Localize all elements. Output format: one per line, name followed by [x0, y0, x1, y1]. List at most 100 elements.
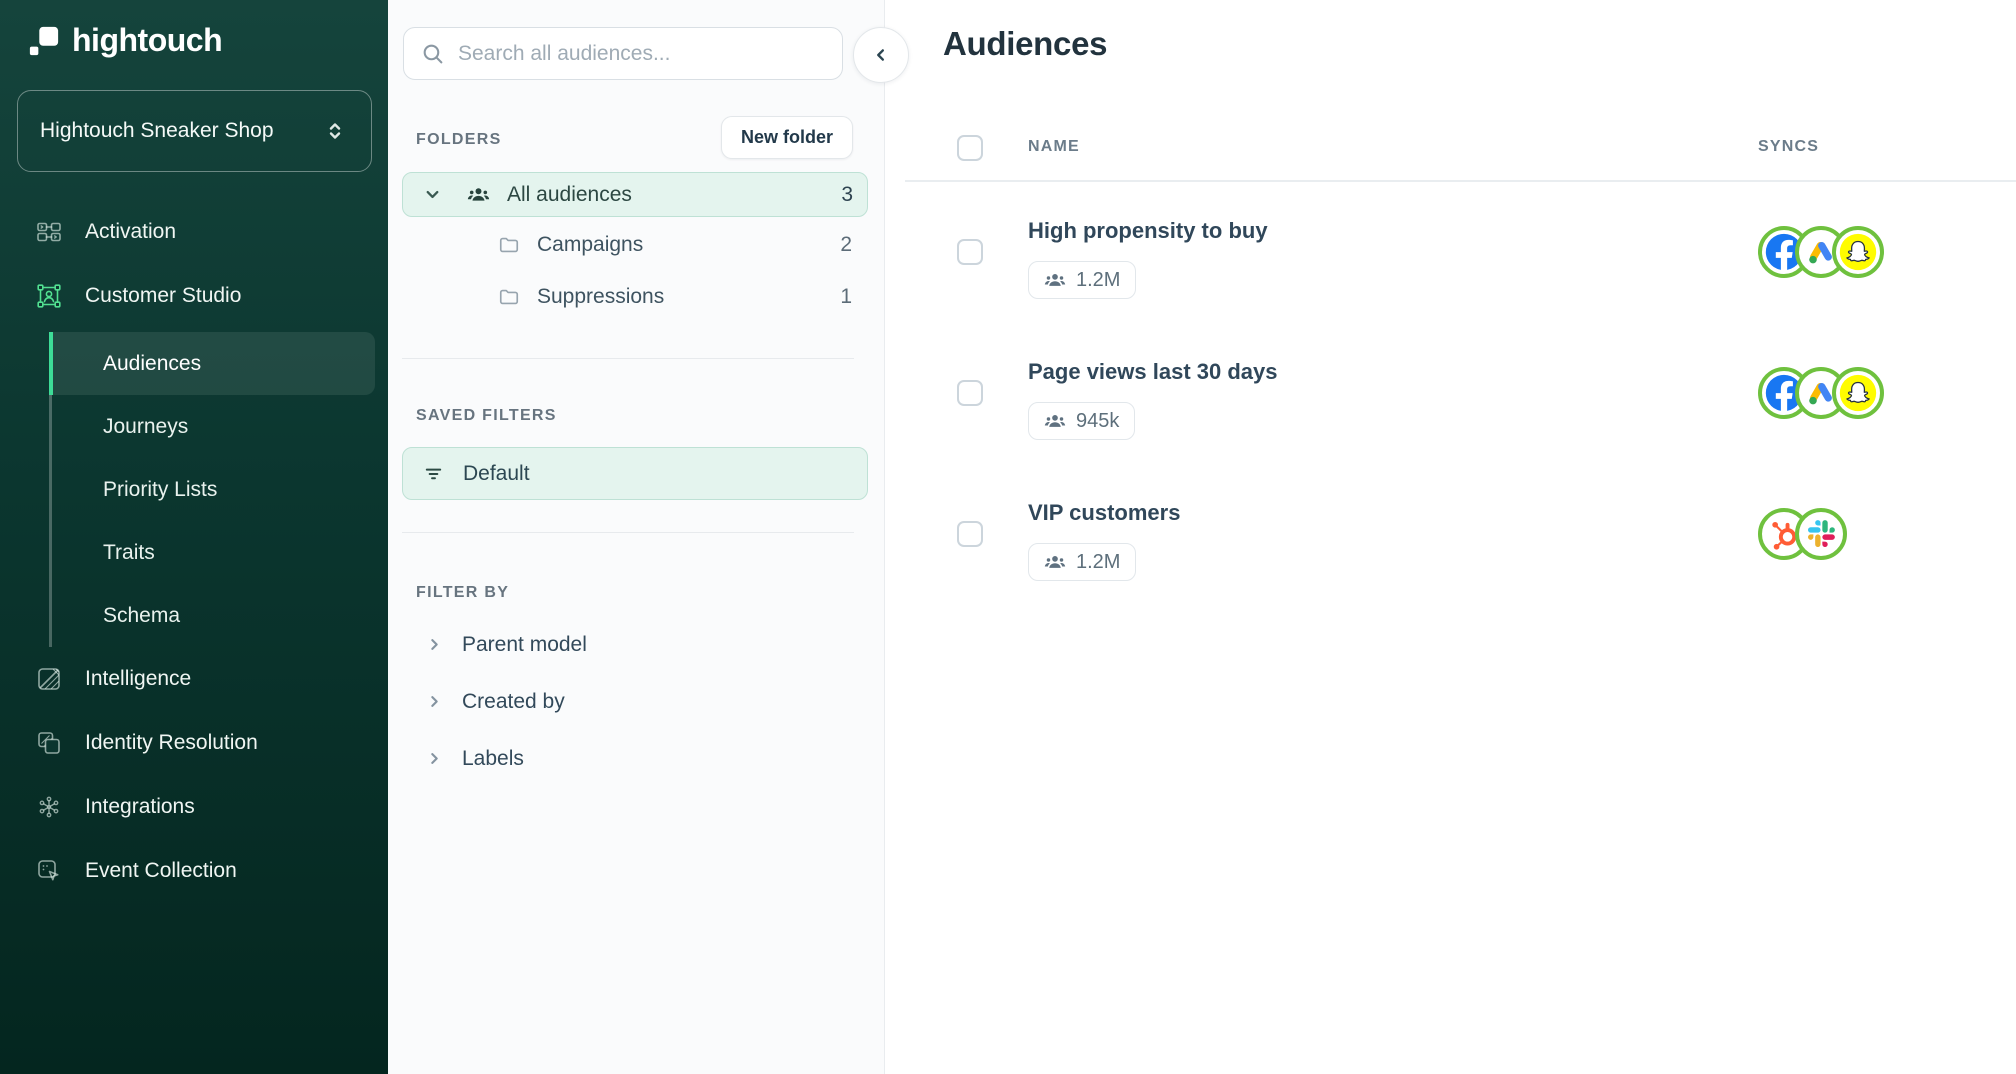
subnav-item-label: Audiences	[103, 352, 201, 376]
activation-icon	[36, 219, 62, 245]
table-row-high-propensity[interactable]: High propensity to buy 1.2M	[885, 181, 2016, 322]
page-title: Audiences	[943, 25, 1107, 63]
people-icon	[1044, 551, 1066, 573]
row-checkbox[interactable]	[957, 521, 983, 547]
sidebar-item-label: Event Collection	[85, 859, 237, 883]
filter-by-created-by[interactable]: Created by	[402, 673, 868, 730]
saved-filter-default[interactable]: Default	[402, 447, 868, 500]
filter-by-heading: FILTER BY	[416, 584, 509, 602]
slack-sync-badge[interactable]	[1795, 508, 1847, 560]
column-header-name: NAME	[1028, 138, 1080, 156]
folder-campaigns[interactable]: Campaigns 2	[402, 221, 868, 269]
sidebar-item-traits[interactable]: Traits	[49, 521, 375, 584]
hightouch-logo: hightouch	[28, 22, 222, 59]
audience-size-badge: 945k	[1028, 402, 1135, 440]
sidebar-item-customer-studio[interactable]: Customer Studio	[0, 264, 388, 328]
filter-by-list: Parent model Created by Labels	[402, 616, 868, 787]
snapchat-icon	[1838, 373, 1878, 413]
chevron-right-icon	[424, 634, 445, 655]
sidebar-item-journeys[interactable]: Journeys	[49, 395, 375, 458]
subnav-item-label: Traits	[103, 541, 155, 565]
audience-size: 1.2M	[1076, 551, 1120, 574]
chevron-down-icon[interactable]	[421, 183, 444, 206]
people-icon	[467, 183, 490, 206]
filter-by-parent-model[interactable]: Parent model	[402, 616, 868, 673]
sidebar-item-priority-lists[interactable]: Priority Lists	[49, 458, 375, 521]
folder-count: 3	[841, 183, 853, 207]
folder-icon	[498, 234, 520, 256]
sidebar-item-label: Activation	[85, 220, 176, 244]
filter-by-label: Labels	[462, 747, 524, 771]
main-content: Audiences NAME SYNCS High propensity to …	[885, 0, 2016, 1074]
sidebar: hightouch Hightouch Sneaker Shop Activa	[0, 0, 388, 1074]
sidebar-item-label: Identity Resolution	[85, 731, 258, 755]
sync-icons	[1758, 508, 1847, 560]
folders-heading: FOLDERS	[416, 131, 502, 149]
filter-by-labels[interactable]: Labels	[402, 730, 868, 787]
logo-text: hightouch	[72, 22, 222, 59]
subnav-item-label: Journeys	[103, 415, 188, 439]
sidebar-item-event-collection[interactable]: Event Collection	[0, 839, 388, 903]
sidebar-item-label: Customer Studio	[85, 284, 241, 308]
customer-studio-subnav: Audiences Journeys Priority Lists Traits…	[49, 332, 375, 647]
table-row-page-views[interactable]: Page views last 30 days 945k	[885, 322, 2016, 463]
sidebar-item-identity-resolution[interactable]: Identity Resolution	[0, 711, 388, 775]
column-header-syncs: SYNCS	[1758, 138, 1819, 156]
filter-icon	[422, 462, 445, 485]
intelligence-icon	[36, 666, 62, 692]
divider	[402, 358, 854, 359]
audience-name: VIP customers	[1028, 499, 2016, 527]
workspace-selector[interactable]: Hightouch Sneaker Shop	[17, 90, 372, 172]
row-checkbox[interactable]	[957, 380, 983, 406]
saved-filter-label: Default	[463, 462, 530, 486]
chevron-left-icon	[870, 44, 892, 66]
customer-studio-icon	[36, 283, 62, 309]
folder-tree: All audiences 3 Campaigns 2 Suppressions…	[402, 172, 868, 321]
snapchat-sync-badge[interactable]	[1832, 226, 1884, 278]
search-input[interactable]	[403, 27, 843, 80]
sidebar-item-integrations[interactable]: Integrations	[0, 775, 388, 839]
search-icon	[420, 41, 445, 66]
search-box	[403, 27, 843, 80]
folder-all-audiences[interactable]: All audiences 3	[402, 172, 868, 217]
integrations-icon	[36, 794, 62, 820]
sidebar-item-schema[interactable]: Schema	[49, 584, 375, 647]
subnav-item-label: Schema	[103, 604, 180, 628]
folder-label: All audiences	[507, 183, 841, 207]
sync-icons	[1758, 367, 1884, 419]
people-icon	[1044, 410, 1066, 432]
audience-table: High propensity to buy 1.2M	[885, 181, 2016, 604]
audiences-side-panel: FOLDERS New folder All audiences 3	[388, 0, 885, 1074]
new-folder-button[interactable]: New folder	[721, 116, 853, 159]
sidebar-nav: Activation Customer Studio Audiences	[0, 200, 388, 903]
table-row-vip-customers[interactable]: VIP customers 1.2M	[885, 463, 2016, 604]
collapse-panel-button[interactable]	[853, 27, 909, 83]
select-all-checkbox[interactable]	[957, 135, 983, 161]
chevron-up-down-icon	[323, 119, 347, 143]
folder-suppressions[interactable]: Suppressions 1	[402, 273, 868, 321]
filter-by-label: Created by	[462, 690, 565, 714]
filter-by-label: Parent model	[462, 633, 587, 657]
audience-size: 945k	[1076, 410, 1119, 433]
sidebar-item-label: Integrations	[85, 795, 195, 819]
sidebar-item-intelligence[interactable]: Intelligence	[0, 647, 388, 711]
folder-count: 2	[840, 233, 852, 257]
sync-icons	[1758, 226, 1884, 278]
audience-name-cell: VIP customers 1.2M	[1028, 463, 2016, 581]
row-checkbox[interactable]	[957, 239, 983, 265]
folder-count: 1	[840, 285, 852, 309]
saved-filters-heading: SAVED FILTERS	[416, 407, 557, 425]
snapchat-sync-badge[interactable]	[1832, 367, 1884, 419]
sidebar-item-label: Intelligence	[85, 667, 191, 691]
chevron-right-icon	[424, 691, 445, 712]
folder-label: Campaigns	[537, 233, 840, 257]
people-icon	[1044, 269, 1066, 291]
folder-label: Suppressions	[537, 285, 840, 309]
sidebar-item-activation[interactable]: Activation	[0, 200, 388, 264]
subnav-item-label: Priority Lists	[103, 478, 217, 502]
sidebar-item-audiences[interactable]: Audiences	[49, 332, 375, 395]
audience-size: 1.2M	[1076, 269, 1120, 292]
workspace-name: Hightouch Sneaker Shop	[40, 119, 274, 143]
folder-icon	[498, 286, 520, 308]
divider	[402, 532, 854, 533]
